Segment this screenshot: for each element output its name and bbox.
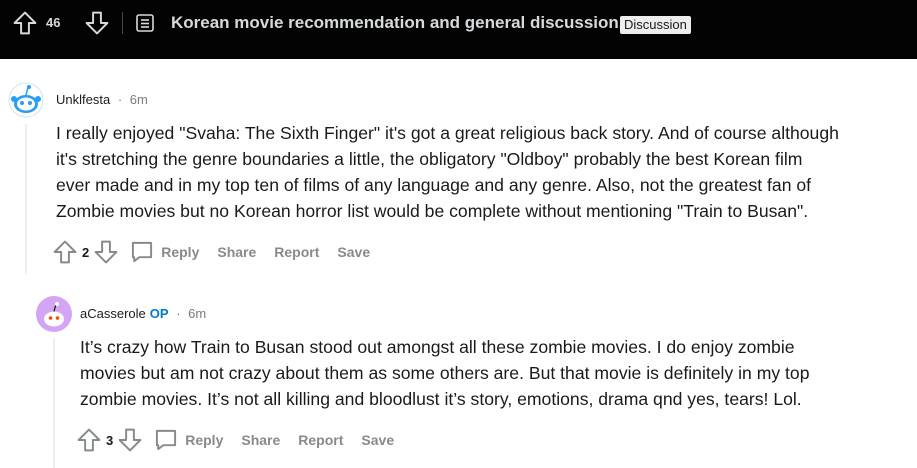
comment-time[interactable]: 6m	[188, 306, 206, 321]
comment-author[interactable]: Unklfesta	[56, 92, 110, 107]
comment-line: it's stretching the genre boundaries a l…	[56, 149, 803, 169]
comment-body: It’s crazy how Train to Busan stood out …	[80, 334, 810, 412]
post-header-bar: 46 Korean movie recommendation and gener…	[0, 0, 917, 59]
separator-dot: ·	[176, 306, 181, 321]
share-button[interactable]: Share	[217, 244, 256, 260]
thread-line[interactable]	[25, 124, 27, 274]
comment-line: It’s crazy how Train to Busan stood out …	[80, 337, 795, 357]
comment-meta: aCasserole OP · 6m	[80, 306, 206, 321]
save-button[interactable]: Save	[337, 244, 370, 260]
comment-bubble-icon	[132, 241, 153, 263]
downvote-icon[interactable]	[84, 10, 110, 36]
user-avatar[interactable]	[36, 296, 72, 332]
share-button[interactable]: Share	[241, 432, 280, 448]
upvote-icon[interactable]	[12, 10, 38, 36]
comment-line: ever made and in my top ten of films of …	[56, 175, 812, 195]
reply-button[interactable]: Reply	[129, 239, 199, 265]
post-score: 46	[46, 15, 61, 30]
upvote-icon[interactable]	[52, 239, 78, 265]
report-button[interactable]: Report	[274, 244, 319, 260]
comment-line: Zombie movies but no Korean horror list …	[56, 201, 809, 221]
comment-actions: 3 Reply Share Report Save	[76, 425, 394, 455]
comment-bubble-icon	[156, 429, 177, 451]
separator-dot: ·	[117, 92, 123, 107]
save-button[interactable]: Save	[361, 432, 394, 448]
comment-score: 2	[82, 244, 90, 260]
comment-author[interactable]: aCasserole	[80, 306, 146, 321]
op-badge: OP	[149, 306, 169, 321]
snoo-avatar-icon	[36, 296, 72, 332]
comment-line: I really enjoyed "Svaha: The Sixth Finge…	[56, 123, 839, 143]
post-flair[interactable]: Discussion	[620, 16, 691, 34]
reply-button[interactable]: Reply	[153, 427, 223, 453]
upvote-icon[interactable]	[76, 427, 102, 453]
user-avatar[interactable]	[8, 82, 44, 118]
comment-meta: Unklfesta · 6m	[56, 92, 148, 107]
snoo-avatar-icon	[8, 82, 44, 118]
comment-score: 3	[106, 432, 114, 448]
post-icon	[136, 14, 154, 32]
reply-label: Reply	[185, 432, 224, 448]
downvote-icon[interactable]	[93, 239, 119, 265]
divider	[122, 12, 123, 34]
thread-line[interactable]	[53, 338, 55, 468]
reply-label: Reply	[161, 244, 200, 260]
comment-line: zombie movies. It’s not all killing and …	[80, 389, 802, 409]
downvote-icon[interactable]	[117, 427, 143, 453]
comment-line: movies but am not crazy about them as so…	[80, 363, 810, 383]
comment-actions: 2 Reply Share Report Save	[52, 237, 370, 267]
report-button[interactable]: Report	[298, 432, 343, 448]
comment-body: I really enjoyed "Svaha: The Sixth Finge…	[56, 120, 839, 224]
post-title[interactable]: Korean movie recommendation and general …	[171, 13, 624, 33]
comment-time[interactable]: 6m	[130, 92, 148, 107]
